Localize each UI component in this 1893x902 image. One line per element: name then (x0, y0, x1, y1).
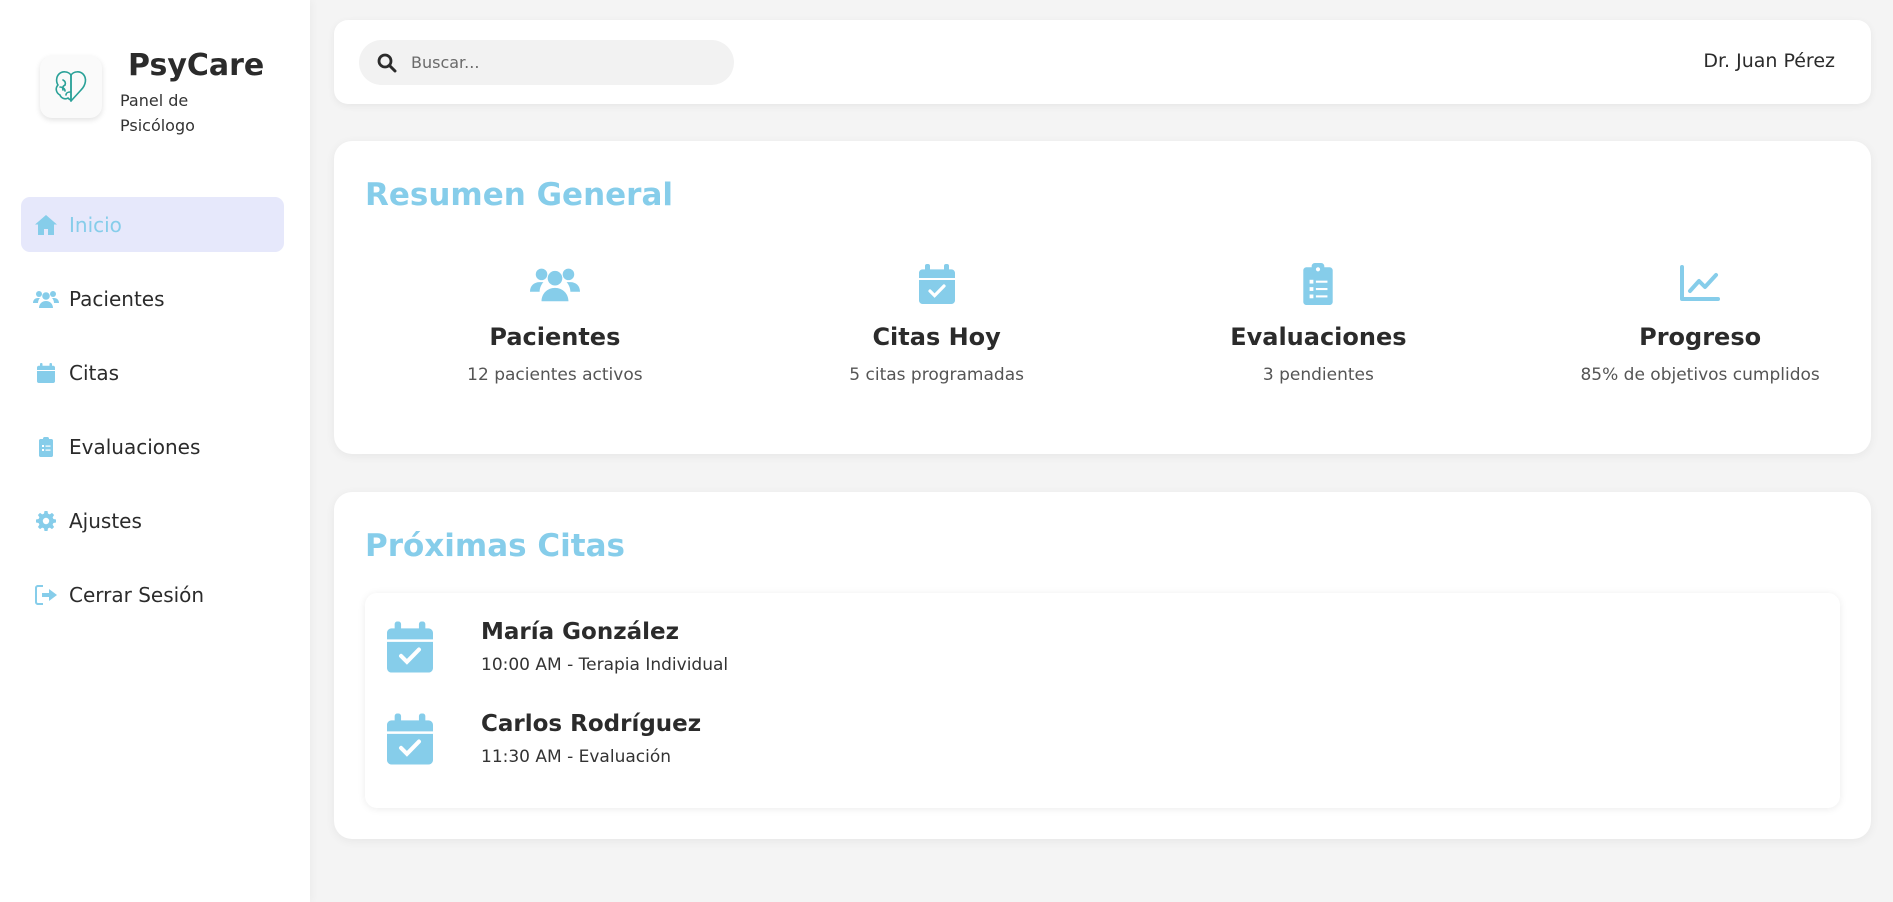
appointments-list: María González 10:00 AM - Terapia Indivi… (365, 593, 1840, 808)
upcoming-title: Próximas Citas (365, 528, 625, 564)
sidebar-item-label: Cerrar Sesión (69, 582, 205, 607)
home-icon (33, 214, 59, 236)
sidebar-item-label: Ajustes (69, 508, 142, 533)
sidebar-item-label: Inicio (69, 212, 122, 237)
sidebar-item-label: Evaluaciones (69, 434, 201, 459)
appointment-name: María González (481, 619, 679, 645)
stat-citas-hoy[interactable]: Citas Hoy 5 citas programadas (726, 261, 1108, 385)
brand-name: PsyCare (128, 48, 265, 83)
brand: PsyCare Panel de Psicólogo (40, 48, 300, 148)
user-name[interactable]: Dr. Juan Pérez (1703, 50, 1835, 72)
stat-progreso[interactable]: Progreso 85% de objetivos cumplidos (1489, 261, 1871, 385)
list-item[interactable]: María González 10:00 AM - Terapia Indivi… (387, 617, 728, 677)
gear-icon (33, 510, 59, 532)
clipboard-list-icon (1148, 261, 1490, 307)
brand-subtitle: Panel de Psicólogo (120, 91, 195, 135)
sidebar-item-ajustes[interactable]: Ajustes (21, 493, 284, 548)
users-icon (384, 261, 726, 307)
sidebar: PsyCare Panel de Psicólogo Inicio Pacien… (0, 0, 310, 902)
appointment-text: María González 10:00 AM - Terapia Indivi… (481, 619, 728, 675)
summary-title: Resumen General (365, 177, 674, 213)
stat-desc: 85% de objetivos cumplidos (1580, 365, 1820, 385)
appointment-detail: 10:00 AM - Terapia Individual (481, 655, 729, 675)
stat-evaluaciones[interactable]: Evaluaciones 3 pendientes (1108, 261, 1490, 385)
stat-title: Progreso (1639, 323, 1762, 351)
sidebar-nav: Inicio Pacientes Citas Evaluaciones Ajus… (21, 197, 284, 641)
stat-title: Pacientes (489, 323, 621, 351)
calendar-check-icon (387, 713, 433, 765)
stat-pacientes[interactable]: Pacientes 12 pacientes activos (334, 261, 726, 385)
stat-desc: 3 pendientes (1262, 365, 1374, 385)
clipboard-list-icon (33, 436, 59, 458)
sidebar-item-label: Citas (69, 360, 120, 385)
stat-desc: 12 pacientes activos (467, 365, 643, 385)
sidebar-item-inicio[interactable]: Inicio (21, 197, 284, 252)
sidebar-item-citas[interactable]: Citas (21, 345, 284, 400)
search-icon (377, 52, 399, 74)
sidebar-item-label: Pacientes (69, 286, 165, 311)
sidebar-item-evaluaciones[interactable]: Evaluaciones (21, 419, 284, 474)
calendar-icon (33, 362, 59, 384)
upcoming-appointments-card: Próximas Citas María González 10:00 AM -… (334, 492, 1871, 839)
brain-heart-icon (40, 56, 102, 118)
search-box[interactable] (359, 40, 734, 85)
calendar-check-icon (387, 621, 433, 673)
sidebar-item-pacientes[interactable]: Pacientes (21, 271, 284, 326)
stat-title: Evaluaciones (1230, 323, 1407, 351)
stat-title: Citas Hoy (872, 323, 1001, 351)
appointment-detail: 11:30 AM - Evaluación (481, 747, 672, 767)
search-input[interactable] (411, 53, 711, 72)
list-item[interactable]: Carlos Rodríguez 11:30 AM - Evaluación (387, 709, 701, 769)
sidebar-item-cerrar-sesion[interactable]: Cerrar Sesión (21, 567, 284, 622)
summary-card: Resumen General Pacientes 12 pacientes a… (334, 141, 1871, 454)
users-icon (33, 288, 59, 310)
appointment-text: Carlos Rodríguez 11:30 AM - Evaluación (481, 711, 701, 767)
appointment-name: Carlos Rodríguez (481, 711, 702, 737)
stat-desc: 5 citas programadas (849, 365, 1024, 385)
top-bar: Dr. Juan Pérez (334, 20, 1871, 104)
chart-line-icon (1529, 261, 1871, 307)
calendar-check-icon (766, 261, 1108, 307)
summary-stats: Pacientes 12 pacientes activos Citas Hoy… (334, 261, 1871, 385)
logout-icon (33, 584, 59, 606)
